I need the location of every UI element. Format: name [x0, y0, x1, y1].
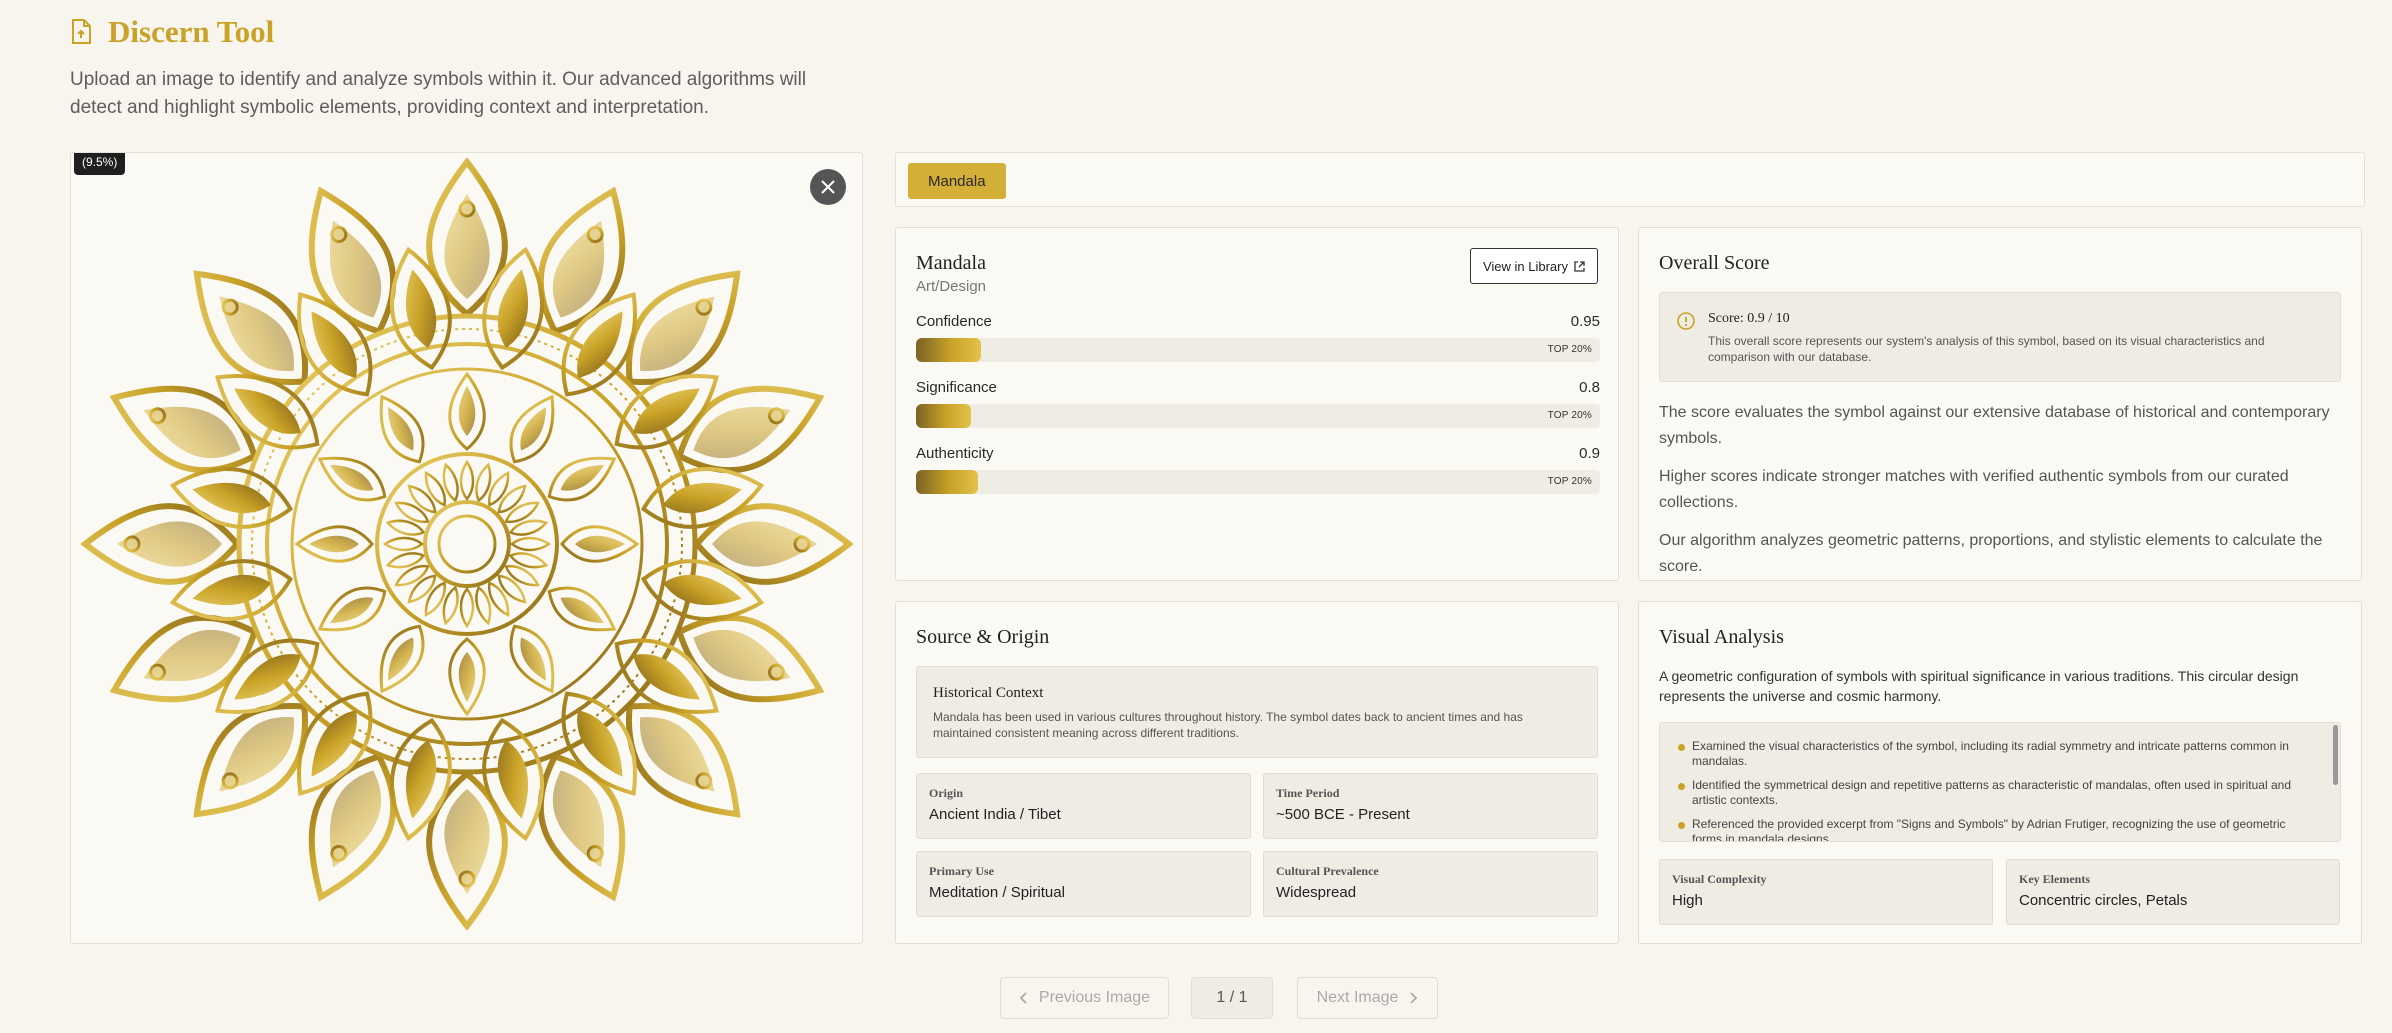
score-paragraph: The score evaluates the symbol against o…: [1659, 404, 2330, 447]
analysis-steps-list[interactable]: Examined the visual characteristics of t…: [1659, 722, 2341, 842]
field-label: Visual Complexity: [1672, 872, 1767, 886]
field-label: Time Period: [1276, 786, 1340, 800]
page-header: Discern Tool: [70, 14, 274, 50]
analysis-step: Referenced the provided excerpt from "Si…: [1678, 817, 2308, 841]
remove-image-button[interactable]: [810, 169, 846, 205]
metric-bar: TOP 20%: [916, 404, 1600, 428]
metric-rank: TOP 20%: [1547, 344, 1592, 355]
metric-bar-fill: [916, 338, 981, 362]
field-value: Meditation / Spiritual: [929, 884, 1065, 901]
field-primary-use: Primary Use Meditation / Spiritual: [916, 851, 1251, 917]
score-paragraph: Our algorithm analyzes geometric pattern…: [1659, 532, 2323, 575]
field-value: ~500 BCE - Present: [1276, 806, 1410, 823]
uploaded-image-panel: (9.5%): [70, 152, 863, 944]
close-icon: [821, 180, 835, 194]
score-note: This overall score represents our system…: [1708, 334, 2265, 364]
document-upload-icon: [72, 19, 91, 44]
field-origin: Origin Ancient India / Tibet: [916, 773, 1251, 839]
page-counter-label: 1 / 1: [1216, 989, 1248, 1006]
steps-scrollbar[interactable]: [2333, 725, 2338, 785]
field-time-period: Time Period ~500 BCE - Present: [1263, 773, 1598, 839]
analysis-step: Examined the visual characteristics of t…: [1678, 739, 2308, 769]
metric-bar-fill: [916, 470, 978, 494]
visual-analysis-description: A geometric configuration of symbols wit…: [1659, 668, 2299, 704]
field-value: Concentric circles, Petals: [2019, 892, 2188, 909]
previous-image-label: Previous Image: [1038, 989, 1151, 1006]
metric-bar: TOP 20%: [916, 338, 1600, 362]
source-origin-title: Source & Origin: [916, 626, 1050, 648]
metric-label: Significance: [916, 379, 997, 396]
chevron-right-icon: [1410, 992, 1418, 1004]
field-visual-complexity: Visual Complexity High: [1659, 859, 1993, 925]
metric-confidence: Confidence 0.95 TOP 20%: [916, 313, 1600, 362]
metric-label: Confidence: [916, 313, 992, 330]
field-value: Ancient India / Tibet: [929, 806, 1061, 823]
metric-value: 0.8: [1579, 379, 1600, 396]
metric-rank: TOP 20%: [1547, 476, 1592, 487]
overall-score-title: Overall Score: [1659, 252, 1770, 274]
metric-rank: TOP 20%: [1547, 410, 1592, 421]
external-link-icon: [1574, 260, 1585, 272]
field-cultural-prevalence: Cultural Prevalence Widespread: [1263, 851, 1598, 917]
field-label: Origin: [929, 786, 964, 800]
field-value: High: [1672, 892, 1703, 909]
field-value: Widespread: [1276, 884, 1357, 901]
chevron-left-icon: [1019, 992, 1027, 1004]
score-info-box: Score: 0.9 / 10 This overall score repre…: [1659, 292, 2341, 382]
metric-label: Authenticity: [916, 445, 994, 462]
metric-significance: Significance 0.8 TOP 20%: [916, 379, 1600, 428]
previous-image-button[interactable]: Previous Image: [1000, 977, 1169, 1019]
view-in-library-button[interactable]: View in Library: [1469, 248, 1598, 284]
field-label: Primary Use: [929, 864, 994, 878]
metric-bar: TOP 20%: [916, 470, 1600, 494]
score-paragraph: Higher scores indicate stronger matches …: [1659, 468, 2289, 511]
mandala-image: [81, 158, 853, 930]
next-image-button[interactable]: Next Image: [1297, 977, 1438, 1019]
page-counter: 1 / 1: [1191, 977, 1273, 1019]
historical-context-box: Historical Context Mandala has been used…: [916, 666, 1598, 758]
info-icon: [1677, 312, 1695, 330]
overall-score-card: Overall Score Score: 0.9 / 10 This overa…: [1638, 227, 2362, 581]
view-in-library-label: View in Library: [1482, 258, 1568, 274]
page-description: Upload an image to identify and analyze …: [70, 69, 807, 118]
metric-authenticity: Authenticity 0.9 TOP 20%: [916, 445, 1600, 494]
metric-value: 0.95: [1570, 313, 1600, 330]
symbol-details-card: Mandala Art/Design View in Library Confi…: [895, 227, 1619, 581]
metric-value: 0.9: [1579, 445, 1600, 462]
source-origin-card: Source & Origin Historical Context Manda…: [895, 601, 1619, 944]
field-label: Key Elements: [2019, 872, 2090, 886]
symbol-tag-mandala[interactable]: Mandala: [908, 163, 1006, 199]
detection-percent-badge: (9.5%): [74, 153, 126, 175]
metric-bar-fill: [916, 404, 971, 428]
next-image-label: Next Image: [1316, 989, 1399, 1006]
score-label: Score: 0.9 / 10: [1708, 311, 1790, 326]
historical-context-text: Mandala has been used in various culture…: [933, 710, 1523, 740]
symbol-category: Art/Design: [916, 278, 987, 295]
page-title: Discern Tool: [108, 14, 275, 49]
field-key-elements: Key Elements Concentric circles, Petals: [2006, 859, 2340, 925]
field-label: Cultural Prevalence: [1276, 864, 1379, 878]
analysis-step: Identified the symmetrical design and re…: [1678, 778, 2308, 808]
symbol-name: Mandala: [916, 252, 986, 274]
visual-analysis-card: Visual Analysis A geometric configuratio…: [1638, 601, 2362, 944]
visual-analysis-title: Visual Analysis: [1659, 626, 1784, 648]
historical-context-title: Historical Context: [933, 685, 1044, 701]
detected-symbols-bar: Mandala: [895, 152, 2365, 207]
